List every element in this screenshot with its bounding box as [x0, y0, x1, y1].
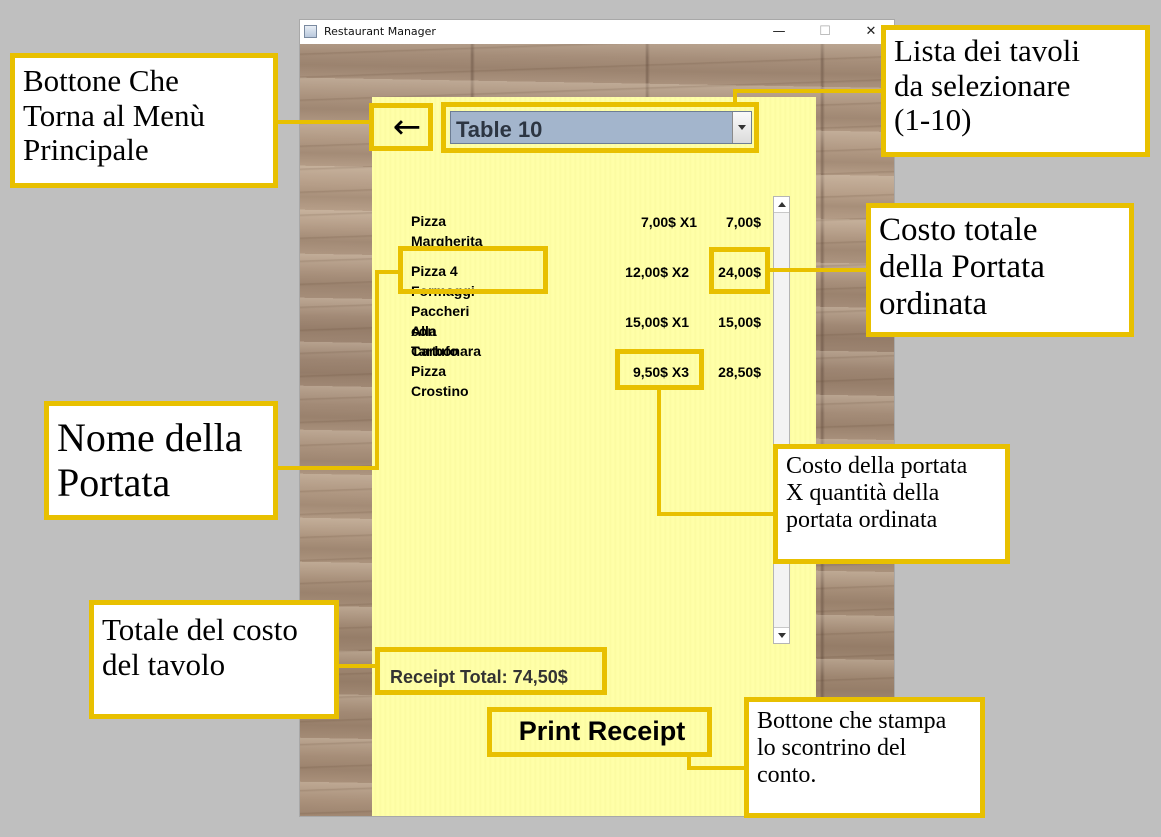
dish-unit-cost: 7,00$ X1: [640, 214, 697, 230]
note-line: (1-10): [894, 102, 972, 138]
dish-total: 15,00$: [718, 314, 761, 330]
note-unit-cost: Costo della portata X quantità della por…: [773, 444, 1010, 564]
note-line: Bottone che stampa: [757, 708, 947, 734]
note-line: Lista dei tavoli: [894, 33, 1080, 68]
highlight-dish-total: [709, 247, 770, 294]
java-app-icon: [304, 25, 317, 38]
note-dish-name: Nome della Portata: [44, 401, 278, 520]
note-line: da selezionare: [894, 67, 1071, 103]
note-back-button: Bottone Che Torna al Menù Principale: [10, 53, 278, 188]
note-line: Bottone Che: [23, 63, 179, 98]
note-line: Costo della portata: [786, 453, 968, 479]
highlight-dish-name: [398, 246, 548, 294]
dish-name: Pizza Margherita: [411, 213, 483, 249]
connector-unit-h: [657, 512, 779, 516]
minimize-button[interactable]: —: [756, 20, 802, 44]
dish-name: Pizza Crostino: [411, 363, 469, 399]
note-line: Portata: [57, 459, 171, 505]
vertical-scrollbar[interactable]: [773, 196, 790, 644]
arrow-down-icon: [778, 633, 786, 638]
title-bar: Restaurant Manager — ☐ ✕: [300, 20, 894, 44]
dish-total: 7,00$: [725, 214, 761, 230]
connector-name-h2: [375, 270, 399, 274]
connector-name-v: [375, 270, 379, 470]
note-line: Torna al Menù: [23, 97, 206, 133]
dish-total: 28,50$: [718, 364, 761, 380]
note-line: del tavolo: [102, 646, 226, 682]
connector-dish-total: [768, 268, 866, 272]
note-print-button: Bottone che stampa lo scontrino del cont…: [744, 697, 985, 818]
note-line: Costo totale: [879, 212, 1038, 248]
connector-total: [338, 664, 376, 668]
note-line: X quantità della: [786, 479, 940, 506]
note-line: Nome della: [57, 415, 243, 460]
arrow-up-icon: [778, 202, 786, 207]
connector-print-h: [687, 766, 747, 770]
highlight-receipt-total: [375, 647, 607, 695]
note-line: Principale: [23, 132, 149, 168]
note-line: conto.: [757, 761, 817, 788]
highlight-table-selector: [441, 102, 759, 153]
note-line: portata ordinata: [786, 506, 938, 533]
note-table-list: Lista dei tavoli da selezionare (1-10): [881, 25, 1150, 157]
highlight-print-button: [487, 707, 712, 757]
note-line: della Portata: [879, 248, 1045, 285]
note-dish-total: Costo totale della Portata ordinata: [866, 203, 1134, 337]
connector-name-h: [277, 466, 379, 470]
dish-unit-cost: 15,00$ X1: [625, 314, 689, 330]
dish-unit-cost: 12,00$ X2: [625, 264, 689, 280]
connector-table-h: [733, 89, 883, 93]
connector-table-v: [733, 89, 737, 103]
connector-back: [277, 120, 369, 124]
note-line: Totale del costo: [102, 612, 298, 647]
connector-unit-v: [657, 390, 661, 516]
scroll-down-button[interactable]: [774, 627, 789, 643]
note-line: lo scontrino del: [757, 734, 907, 761]
dish-name-line2: con Tartufo: [411, 323, 459, 359]
window-title: Restaurant Manager: [324, 25, 436, 38]
scroll-up-button[interactable]: [774, 197, 789, 213]
note-line: ordinata: [879, 285, 988, 322]
highlight-unit-cost: [615, 349, 704, 390]
maximize-button[interactable]: ☐: [802, 20, 848, 44]
highlight-back-button: [369, 103, 433, 151]
note-table-total: Totale del costo del tavolo: [89, 600, 339, 719]
